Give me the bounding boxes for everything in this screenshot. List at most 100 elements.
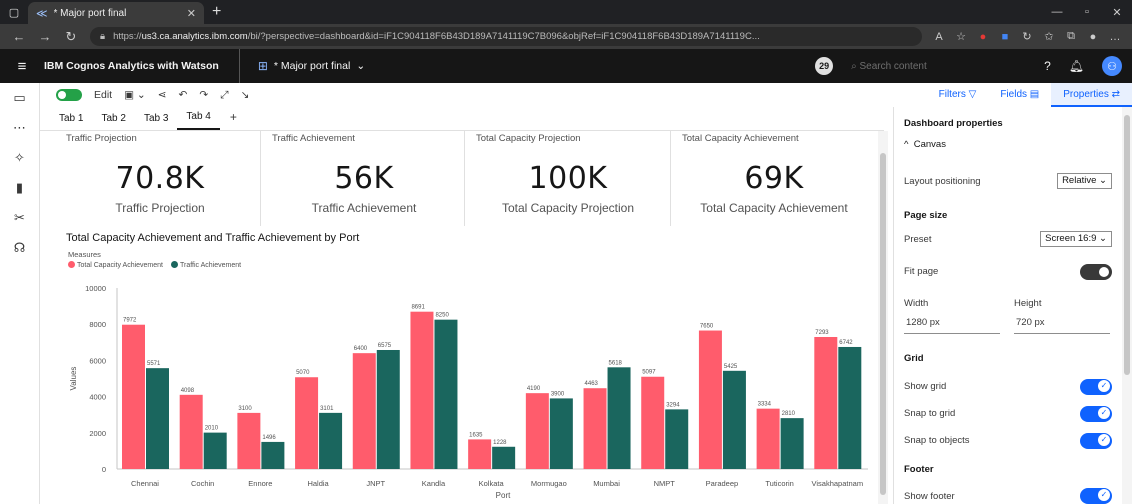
show-footer-toggle[interactable] [1080,488,1112,504]
window-menu-icon[interactable]: ▢ [0,0,28,24]
save-icon[interactable]: ▣ ⌄ [124,89,146,101]
chart-bar[interactable] [607,367,631,469]
chart-bar[interactable] [261,441,285,469]
close-tab-icon[interactable]: ✕ [187,7,196,20]
visualizations-icon[interactable]: ▮ [0,173,39,203]
pen-icon[interactable]: ↘ [241,89,250,101]
fullscreen-icon[interactable]: ⤢ [220,89,228,102]
chart-bar[interactable] [237,412,261,469]
chart-bar[interactable] [780,418,804,469]
y-tick-label: 2000 [89,429,106,438]
reload-icon[interactable]: ↻ [58,29,84,45]
collections-icon[interactable]: ⧉ [1060,30,1082,43]
tab-4[interactable]: Tab 4 [177,111,220,130]
search-field[interactable]: ⌕ Search content [851,61,1026,72]
chart-bar[interactable] [376,349,400,469]
layout-positioning-select[interactable]: Relative ⌄ [1057,173,1112,189]
chart-bar[interactable] [583,388,607,469]
hamburger-menu-icon[interactable]: ≡ [0,58,44,75]
extension-blue-icon[interactable]: ■ [994,31,1016,43]
chart-bar[interactable] [434,319,458,469]
favorites-icon[interactable]: ✩ [1038,30,1060,43]
assistant-icon[interactable]: ☊ [0,233,39,263]
properties-scrollbar[interactable] [1122,107,1132,504]
read-aloud-icon[interactable]: A [928,31,950,43]
url-field[interactable]: 🔒︎ https://us3.ca.analytics.ibm.com/bi/?… [90,27,922,46]
dashboard-name: * Major port final [273,60,351,72]
data-sources-icon[interactable]: ⋯ [0,113,39,143]
chart-bar[interactable] [319,412,343,469]
chart-bar[interactable] [352,353,376,469]
undo-icon[interactable]: ↶ [179,89,188,101]
chart-bar[interactable] [838,346,862,469]
canvas-scrollbar[interactable] [878,131,888,504]
width-input[interactable]: 1280 px [904,317,1000,334]
chart-bar[interactable] [665,409,689,469]
minimize-icon[interactable]: — [1042,6,1072,19]
kpi-value[interactable]: 69K [674,161,874,196]
chart-bar[interactable] [756,408,780,469]
chart-legend: Total Capacity Achievement Traffic Achie… [68,261,241,269]
legend-item[interactable]: Traffic Achievement [171,261,241,269]
redo-icon[interactable]: ↷ [199,89,208,101]
properties-button[interactable]: Properties ⇄ [1051,83,1132,107]
edit-toggle[interactable] [56,89,82,101]
chart-bar[interactable] [146,368,169,469]
chart-bar[interactable] [641,376,665,469]
kpi-label: Traffic Projection [115,201,205,215]
add-tab-button[interactable]: + [220,110,247,130]
back-icon[interactable]: ← [6,29,32,44]
tab-1[interactable]: Tab 1 [50,113,92,130]
chart-bar[interactable] [814,336,838,469]
canvas-section-toggle[interactable]: ^ Canvas [904,139,946,150]
tools-icon[interactable]: ✂ [0,203,39,233]
chart-bar[interactable] [179,394,203,469]
kpi-value[interactable]: 56K [264,161,464,196]
chart-bar[interactable] [295,377,319,469]
chart-bar[interactable] [492,446,516,469]
kpi-header: Total Capacity Achievement [682,133,799,144]
share-icon[interactable]: ⋖ [158,89,167,101]
new-tab-button[interactable]: + [212,3,221,21]
pin-icon[interactable]: ✧ [0,143,39,173]
favorite-star-icon[interactable]: ☆ [950,30,972,43]
refresh-extension-icon[interactable]: ↻ [1016,30,1038,43]
chart-bar[interactable] [468,439,492,469]
chart-bar[interactable] [203,432,227,469]
data-label: 1496 [262,435,276,441]
height-input[interactable]: 720 px [1014,317,1110,334]
chart-bar[interactable] [525,393,549,469]
snap-grid-toggle[interactable] [1080,406,1112,422]
dashboard-name-switcher[interactable]: ⊞ * Major port final ⌄ [240,59,365,73]
tab-2[interactable]: Tab 2 [92,113,134,130]
comment-icon[interactable]: ▭ [0,83,39,113]
tab-3[interactable]: Tab 3 [135,113,177,130]
notification-bell-icon[interactable]: 🔔︎ [1069,59,1084,73]
kpi-value[interactable]: 100K [470,161,666,196]
chart-bar[interactable] [722,370,746,469]
restore-icon[interactable]: ▫ [1072,6,1102,19]
snap-objects-toggle[interactable] [1080,433,1112,449]
more-icon[interactable]: … [1104,31,1126,43]
chart-bar[interactable] [549,398,573,469]
user-avatar-icon[interactable]: ⚇ [1102,56,1122,76]
kpi-value[interactable]: 70.8K [60,161,260,196]
profile-icon[interactable]: ● [1082,31,1104,43]
filters-button[interactable]: Filters ▽ [927,83,989,107]
chart-bar[interactable] [698,330,722,469]
close-window-icon[interactable]: ✕ [1102,6,1132,19]
help-icon[interactable]: ? [1044,59,1051,73]
properties-scroll-thumb[interactable] [1124,115,1130,375]
canvas-scroll-thumb[interactable] [880,153,886,495]
chart-bar[interactable] [410,311,434,469]
legend-item[interactable]: Total Capacity Achievement [68,261,163,269]
browser-tab[interactable]: ≪ * Major port final ✕ [28,2,204,24]
fit-page-toggle[interactable] [1080,264,1112,280]
chart-bar[interactable] [122,324,145,469]
forward-icon[interactable]: → [32,29,58,44]
notification-badge[interactable]: 29 [815,57,834,75]
show-grid-toggle[interactable] [1080,379,1112,395]
fields-button[interactable]: Fields ▤ [988,83,1051,107]
preset-select[interactable]: Screen 16:9 ⌄ [1040,231,1112,247]
extension-red-icon[interactable]: ● [972,31,994,43]
